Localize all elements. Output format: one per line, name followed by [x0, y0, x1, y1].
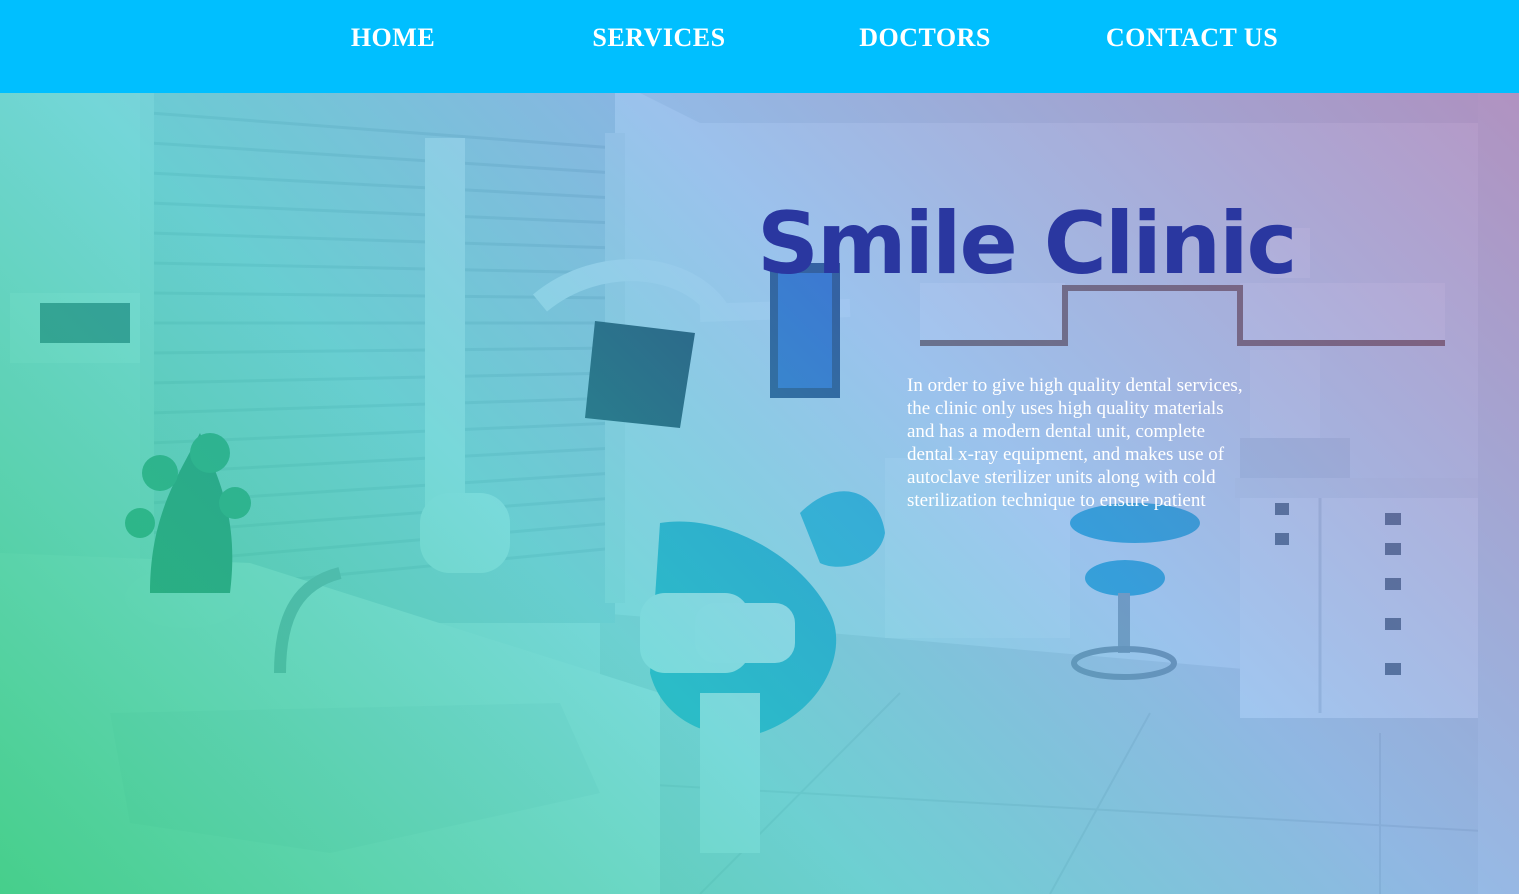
nav-link-doctors[interactable]: DOCTORS [859, 22, 991, 54]
nav-link-home[interactable]: HOME [351, 22, 435, 54]
hero-section: Smile Clinic In order to give high quali… [0, 93, 1519, 894]
hero-description: In order to give high quality dental ser… [907, 375, 1243, 511]
nav-link-contact-us[interactable]: CONTACT US [1106, 22, 1278, 54]
hero-title: Smile Clinic [757, 194, 1298, 294]
nav-link-services[interactable]: SERVICES [592, 22, 725, 54]
top-navbar: HOME SERVICES DOCTORS CONTACT US [0, 0, 1519, 93]
